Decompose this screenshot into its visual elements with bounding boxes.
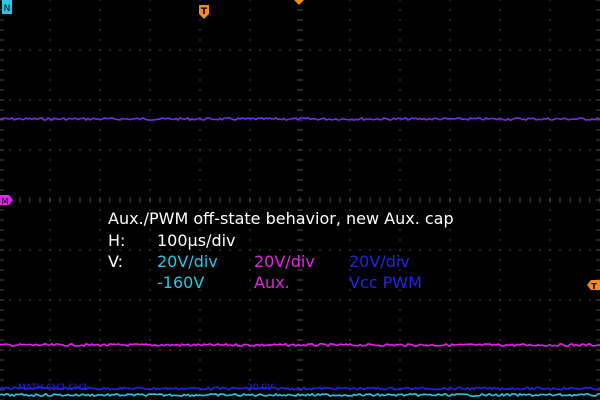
svg-text:N: N [4,4,11,14]
horizontal-label: H: [108,231,126,250]
trace-aux-1 [0,342,600,348]
trace-160v-3 [0,392,600,398]
ch2-scale: 20V/div [254,252,315,271]
ch1-scale: 20V/div [157,252,218,271]
trigger-time-marker[interactable]: T [199,5,209,19]
graticule [0,0,600,400]
oscilloscope-screen: N T M T [0,0,600,400]
trace-vcc-pwm-2 [0,386,600,391]
trigger-level-marker[interactable]: T [587,280,600,291]
ch3-scale: 20V/div [349,252,410,271]
svg-text:T: T [201,7,208,17]
svg-text:M: M [2,197,9,206]
vertical-label: V: [108,252,124,271]
ch1-label: -160V [157,273,205,292]
math-marker[interactable]: M [0,195,13,206]
plot-title: Aux./PWM off-state behavior, new Aux. ca… [108,209,454,228]
ch2-label: Aux. [254,273,290,292]
ch3-label: Vcc PWM [349,273,422,292]
math-readout: MATH CH2-CH3 [18,383,88,393]
math-scale-readout: 20.0V [247,383,274,393]
horizontal-scale: 100µs/div [157,231,236,250]
horizontal-position-marker[interactable] [294,0,304,5]
channel-marker: N [2,0,12,14]
svg-text:T: T [591,282,597,291]
